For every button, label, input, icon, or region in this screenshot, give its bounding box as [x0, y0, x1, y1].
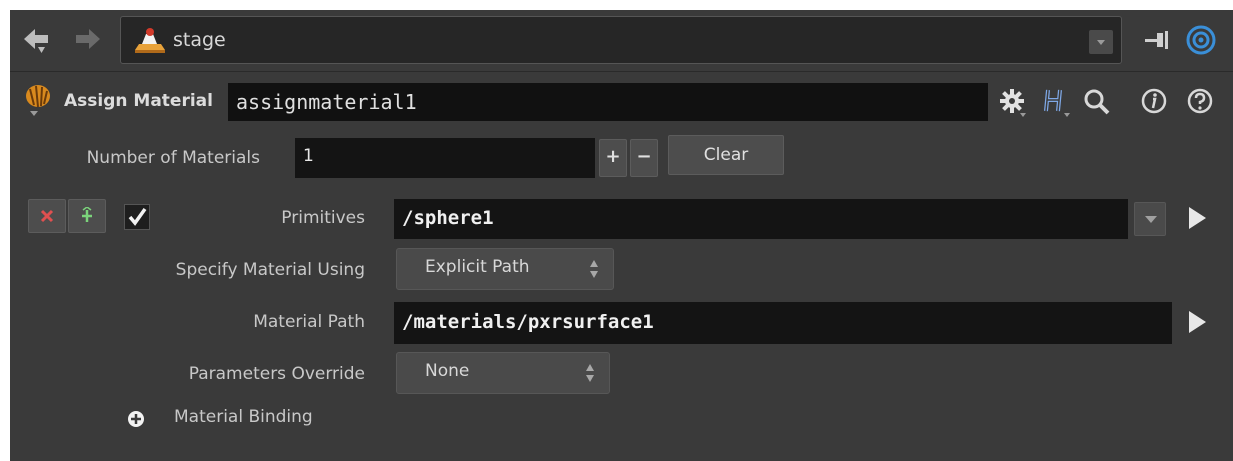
params-override-value: None — [425, 361, 470, 381]
link-icon[interactable] — [1185, 24, 1217, 56]
node-name-field[interactable]: assignmaterial1 — [228, 83, 988, 121]
primitives-dropdown-button[interactable] — [1134, 202, 1166, 236]
parameter-panel: stage Assign Material assignmaterial1 Nu… — [10, 10, 1233, 461]
close-icon — [40, 209, 54, 223]
clear-button[interactable]: Clear — [668, 135, 784, 175]
path-dropdown-button[interactable] — [1089, 30, 1113, 54]
insert-instance-button[interactable] — [68, 199, 106, 233]
path-field[interactable]: stage — [120, 16, 1122, 64]
select-primitives-arrow-icon[interactable] — [1186, 205, 1208, 231]
houdini-h-icon[interactable] — [1042, 87, 1072, 117]
expand-plus-icon[interactable] — [126, 409, 146, 429]
num-materials-label: Number of Materials — [86, 148, 260, 168]
material-path-value: /materials/pxrsurface1 — [402, 311, 654, 333]
updown-arrows-icon — [590, 260, 598, 278]
search-icon[interactable] — [1082, 87, 1112, 117]
stage-icon — [135, 28, 165, 53]
params-override-menu[interactable]: None — [396, 352, 610, 394]
forward-arrow-icon[interactable] — [72, 26, 102, 56]
path-bar: stage — [10, 10, 1233, 72]
params-override-label: Parameters Override — [188, 364, 365, 384]
node-name-text: assignmaterial1 — [236, 90, 417, 114]
back-arrow-icon[interactable] — [22, 26, 52, 56]
specify-material-menu[interactable]: Explicit Path — [396, 248, 614, 290]
primitives-label: Primitives — [281, 208, 365, 228]
material-path-field[interactable]: /materials/pxrsurface1 — [394, 302, 1172, 344]
path-text: stage — [173, 29, 226, 51]
help-icon[interactable] — [1186, 87, 1216, 117]
num-materials-field[interactable]: 1 — [295, 138, 595, 178]
node-type-label: Assign Material — [64, 91, 213, 111]
insert-icon — [82, 207, 92, 222]
remove-material-button[interactable]: − — [630, 139, 658, 177]
select-material-arrow-icon[interactable] — [1186, 309, 1208, 335]
checkmark-icon — [128, 207, 147, 226]
specify-material-value: Explicit Path — [425, 257, 530, 277]
specify-material-label: Specify Material Using — [175, 260, 365, 280]
material-binding-folder[interactable]: Material Binding — [174, 407, 313, 427]
remove-instance-button[interactable] — [28, 199, 66, 233]
chevron-down-icon — [1145, 216, 1157, 223]
pin-icon[interactable] — [1143, 28, 1173, 52]
gear-icon[interactable] — [998, 87, 1028, 117]
num-materials-value: 1 — [303, 146, 314, 166]
enable-checkbox[interactable] — [124, 204, 150, 230]
info-icon[interactable] — [1140, 87, 1170, 117]
primitives-field[interactable]: /sphere1 — [394, 199, 1128, 239]
primitives-value: /sphere1 — [402, 207, 494, 229]
updown-arrows-icon — [586, 364, 594, 382]
add-material-button[interactable]: + — [599, 139, 627, 177]
node-header: Assign Material assignmaterial1 — [10, 73, 1233, 129]
assign-material-node-icon[interactable] — [24, 83, 52, 117]
material-path-label: Material Path — [253, 312, 365, 332]
